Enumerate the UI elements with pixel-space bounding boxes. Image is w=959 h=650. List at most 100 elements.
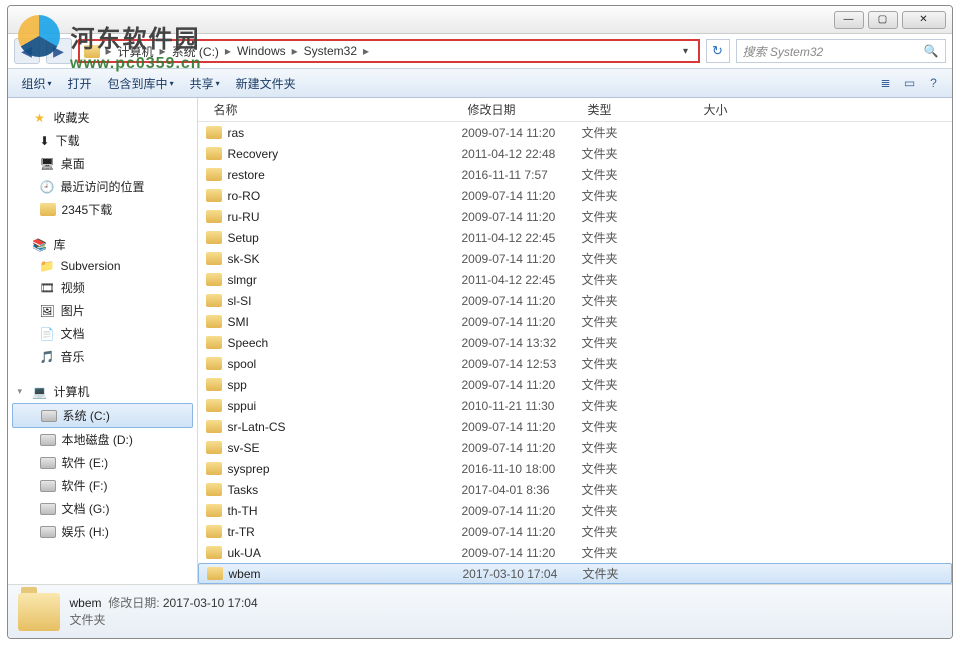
sidebar-library-header[interactable]: 📚库 bbox=[12, 233, 193, 256]
folder-icon bbox=[206, 252, 222, 265]
file-row[interactable]: ru-RU2009-07-14 11:20文件夹 bbox=[198, 206, 952, 227]
help-button[interactable]: ? bbox=[922, 72, 946, 94]
maximize-button[interactable]: ▢ bbox=[868, 11, 898, 29]
minimize-button[interactable]: — bbox=[834, 11, 864, 29]
file-row[interactable]: ro-RO2009-07-14 11:20文件夹 bbox=[198, 185, 952, 206]
sidebar-favorites-header[interactable]: ★收藏夹 bbox=[12, 106, 193, 129]
file-type: 文件夹 bbox=[574, 523, 690, 540]
details-name: wbem bbox=[70, 596, 102, 610]
file-date: 2010-11-21 11:30 bbox=[454, 399, 574, 413]
sidebar-item-drive-d[interactable]: 本地磁盘 (D:) bbox=[12, 428, 193, 451]
sidebar-item-drive-e[interactable]: 软件 (E:) bbox=[12, 451, 193, 474]
refresh-button[interactable]: ↻ bbox=[706, 39, 730, 63]
sidebar-item[interactable]: 🎵音乐 bbox=[12, 345, 193, 368]
titlebar: — ▢ ✕ bbox=[8, 6, 952, 34]
file-date: 2016-11-10 18:00 bbox=[454, 462, 574, 476]
sidebar-item-drive-h[interactable]: 娱乐 (H:) bbox=[12, 520, 193, 543]
sidebar-item[interactable]: 🖥桌面 bbox=[12, 152, 193, 175]
sidebar-item[interactable]: 🖼图片 bbox=[12, 299, 193, 322]
file-name: spp bbox=[228, 378, 247, 392]
file-date: 2009-07-14 11:20 bbox=[454, 546, 574, 560]
file-name: SMI bbox=[228, 315, 249, 329]
file-row[interactable]: sr-Latn-CS2009-07-14 11:20文件夹 bbox=[198, 416, 952, 437]
file-row[interactable]: th-TH2009-07-14 11:20文件夹 bbox=[198, 500, 952, 521]
recent-icon: 🕘 bbox=[40, 180, 55, 194]
file-row[interactable]: sl-SI2009-07-14 11:20文件夹 bbox=[198, 290, 952, 311]
include-in-library-button[interactable]: 包含到库中▾ bbox=[100, 69, 182, 97]
sidebar-item-drive-g[interactable]: 文档 (G:) bbox=[12, 497, 193, 520]
file-row[interactable]: Recovery2011-04-12 22:48文件夹 bbox=[198, 143, 952, 164]
file-name: wbem bbox=[229, 567, 261, 581]
sidebar-item-drive-c[interactable]: 系统 (C:) bbox=[12, 403, 193, 428]
breadcrumb[interactable]: 计算机 bbox=[114, 43, 158, 60]
column-header-size[interactable]: 大小 bbox=[696, 101, 776, 118]
file-row[interactable]: sysprep2016-11-10 18:00文件夹 bbox=[198, 458, 952, 479]
file-row[interactable]: Speech2009-07-14 13:32文件夹 bbox=[198, 332, 952, 353]
search-icon[interactable]: 🔍 bbox=[924, 44, 939, 58]
sidebar-item[interactable]: 🕘最近访问的位置 bbox=[12, 175, 193, 198]
sidebar-computer-header[interactable]: ▾💻计算机 bbox=[12, 380, 193, 403]
sidebar-item[interactable]: 📄文档 bbox=[12, 322, 193, 345]
file-row[interactable]: sv-SE2009-07-14 11:20文件夹 bbox=[198, 437, 952, 458]
open-button[interactable]: 打开 bbox=[60, 69, 100, 97]
drive-icon bbox=[41, 410, 57, 422]
download-icon: ⬇ bbox=[40, 134, 50, 148]
file-row[interactable]: uk-UA2009-07-14 11:20文件夹 bbox=[198, 542, 952, 563]
breadcrumb[interactable]: Windows bbox=[233, 44, 290, 58]
file-name: uk-UA bbox=[228, 546, 261, 560]
folder-icon bbox=[206, 420, 222, 433]
search-placeholder: 搜索 System32 bbox=[743, 43, 824, 60]
file-row[interactable]: slmgr2011-04-12 22:45文件夹 bbox=[198, 269, 952, 290]
preview-pane-button[interactable]: ▭ bbox=[898, 72, 922, 94]
file-name: sr-Latn-CS bbox=[228, 420, 286, 434]
sidebar-item-drive-f[interactable]: 软件 (F:) bbox=[12, 474, 193, 497]
image-icon: 🖼 bbox=[40, 304, 55, 318]
file-type: 文件夹 bbox=[574, 313, 690, 330]
close-button[interactable]: ✕ bbox=[902, 11, 946, 29]
folder-icon bbox=[206, 315, 222, 328]
file-row[interactable]: SMI2009-07-14 11:20文件夹 bbox=[198, 311, 952, 332]
sidebar-item[interactable]: 📁Subversion bbox=[12, 256, 193, 276]
file-row[interactable]: wbem2017-03-10 17:04文件夹 bbox=[198, 563, 952, 584]
folder-icon bbox=[206, 483, 222, 496]
column-header-name[interactable]: 名称 bbox=[206, 101, 460, 118]
view-options-button[interactable]: ≣ bbox=[874, 72, 898, 94]
file-row[interactable]: ras2009-07-14 11:20文件夹 bbox=[198, 122, 952, 143]
file-row[interactable]: Tasks2017-04-01 8:36文件夹 bbox=[198, 479, 952, 500]
sidebar-item[interactable]: ⬇下载 bbox=[12, 129, 193, 152]
forward-button[interactable]: ▶ bbox=[46, 38, 72, 64]
drive-icon bbox=[40, 503, 56, 515]
column-header-type[interactable]: 类型 bbox=[580, 101, 696, 118]
file-row[interactable]: sppui2010-11-21 11:30文件夹 bbox=[198, 395, 952, 416]
folder-icon bbox=[206, 399, 222, 412]
search-input[interactable]: 搜索 System32 🔍 bbox=[736, 39, 946, 63]
file-row[interactable]: tr-TR2009-07-14 11:20文件夹 bbox=[198, 521, 952, 542]
subversion-icon: 📁 bbox=[40, 259, 55, 273]
file-row[interactable]: spool2009-07-14 12:53文件夹 bbox=[198, 353, 952, 374]
share-button[interactable]: 共享▾ bbox=[182, 69, 228, 97]
folder-icon bbox=[206, 189, 222, 202]
address-dropdown[interactable]: ▾ bbox=[678, 46, 694, 57]
file-row[interactable]: sk-SK2009-07-14 11:20文件夹 bbox=[198, 248, 952, 269]
details-text: wbem 修改日期: 2017-03-10 17:04 文件夹 bbox=[70, 595, 258, 629]
address-bar[interactable]: ▸ 计算机 ▸ 系统 (C:) ▸ Windows ▸ System32 ▸ ▾ bbox=[78, 39, 700, 63]
details-type: 文件夹 bbox=[70, 612, 258, 629]
breadcrumb[interactable]: System32 bbox=[300, 44, 361, 58]
new-folder-button[interactable]: 新建文件夹 bbox=[228, 69, 304, 97]
back-button[interactable]: ◀ bbox=[14, 38, 40, 64]
organize-button[interactable]: 组织▾ bbox=[14, 69, 60, 97]
file-row[interactable]: restore2016-11-11 7:57文件夹 bbox=[198, 164, 952, 185]
sidebar-item[interactable]: 🎞视频 bbox=[12, 276, 193, 299]
column-header-date[interactable]: 修改日期 bbox=[460, 101, 580, 118]
file-type: 文件夹 bbox=[575, 565, 691, 582]
sidebar: ★收藏夹 ⬇下载 🖥桌面 🕘最近访问的位置 2345下载 📚库 📁Subvers… bbox=[8, 98, 198, 584]
file-date: 2009-07-14 13:32 bbox=[454, 336, 574, 350]
file-name: Tasks bbox=[228, 483, 259, 497]
star-icon: ★ bbox=[32, 110, 48, 126]
file-row[interactable]: Setup2011-04-12 22:45文件夹 bbox=[198, 227, 952, 248]
folder-icon bbox=[206, 294, 222, 307]
breadcrumb-sep: ▸ bbox=[361, 44, 371, 58]
breadcrumb[interactable]: 系统 (C:) bbox=[168, 43, 223, 60]
sidebar-item[interactable]: 2345下载 bbox=[12, 198, 193, 221]
file-row[interactable]: spp2009-07-14 11:20文件夹 bbox=[198, 374, 952, 395]
